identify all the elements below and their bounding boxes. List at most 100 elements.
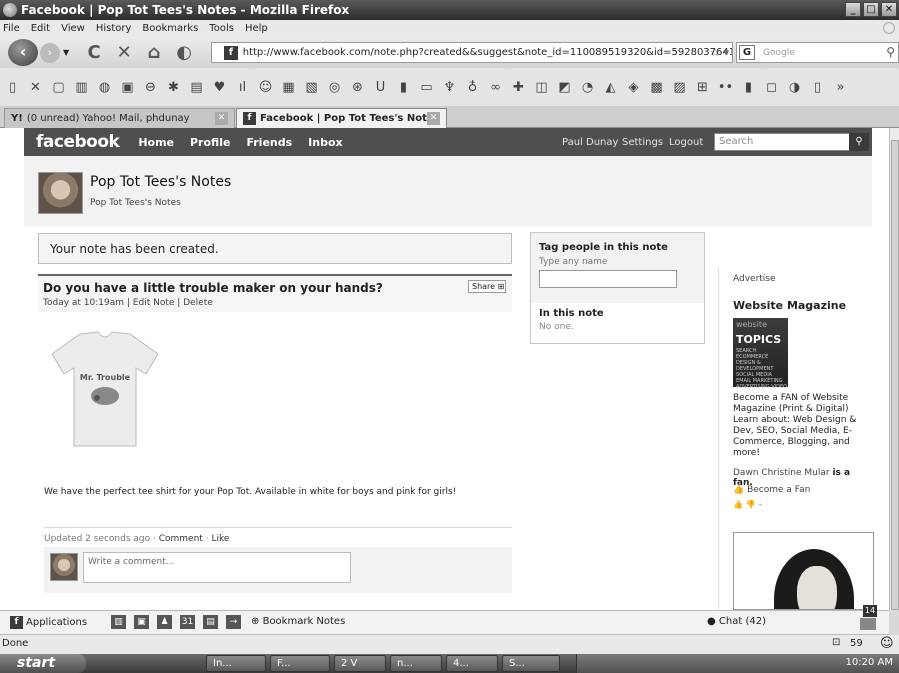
tshirt-image[interactable]: Mr. Trouble	[50, 328, 160, 450]
nav-profile[interactable]: Profile	[190, 136, 230, 149]
tab-facebook-notes[interactable]: f Facebook | Pop Tot Tees's Notes ✕	[236, 108, 447, 128]
menu-bookmarks[interactable]: Bookmarks	[142, 23, 198, 34]
nav-inbox[interactable]: Inbox	[308, 136, 342, 149]
bookmark-icon[interactable]: ▤	[188, 79, 205, 96]
edit-note-link[interactable]: Edit Note	[133, 298, 175, 308]
notifications-button[interactable]: 14	[858, 605, 878, 633]
google-icon[interactable]: G	[739, 45, 755, 60]
menu-help[interactable]: Help	[245, 23, 268, 34]
events-icon[interactable]: 31	[180, 615, 195, 629]
facebook-search-input[interactable]: Search ⚲	[714, 133, 869, 151]
taskbar-button[interactable]: S...	[502, 655, 560, 672]
menu-view[interactable]: View	[61, 23, 85, 34]
bookmark-icon[interactable]: ▯	[809, 79, 826, 96]
clock[interactable]: 10:20 AM	[846, 657, 893, 668]
delete-note-link[interactable]: Delete	[183, 298, 213, 308]
bookmark-icon[interactable]: ♥	[211, 79, 228, 96]
bookmark-icon[interactable]: ♆	[441, 79, 458, 96]
avatar[interactable]	[38, 172, 83, 214]
bookmark-icon[interactable]: ◑	[786, 79, 803, 96]
menu-tools[interactable]: Tools	[209, 23, 234, 34]
scrollbar-thumb[interactable]	[891, 140, 899, 610]
bookmark-icon[interactable]: ▩	[648, 79, 665, 96]
video-icon[interactable]: ▣	[134, 615, 149, 629]
bookmark-icon[interactable]: ∞	[487, 79, 504, 96]
bookmark-icon[interactable]: ✱	[165, 79, 182, 96]
home-icon[interactable]: ⌂	[139, 42, 169, 63]
bookmark-icon[interactable]: ▢	[50, 79, 67, 96]
bookmark-icon[interactable]: ▮	[740, 79, 757, 96]
close-button[interactable]: ✕	[881, 2, 897, 17]
url-text[interactable]: http://www.facebook.com/note.php?created…	[243, 47, 732, 58]
bookmark-icon[interactable]: ◻	[763, 79, 780, 96]
stop-icon[interactable]: ✕	[109, 42, 139, 63]
groups-icon[interactable]: ♟	[157, 615, 172, 629]
bookmark-icon[interactable]: »	[832, 79, 849, 96]
bookmark-icon[interactable]: ✕	[27, 79, 44, 96]
search-icon[interactable]: ⚲	[886, 45, 895, 59]
bookmark-icon[interactable]: ◩	[556, 79, 573, 96]
facebook-logo[interactable]: facebook	[36, 132, 120, 152]
bookmark-icon[interactable]: ▨	[671, 79, 688, 96]
bookmark-icon[interactable]: ☺	[257, 79, 274, 96]
applications-button[interactable]: f Applications	[10, 616, 87, 629]
bookmark-icon[interactable]: ▭	[418, 79, 435, 96]
bookmark-notes-button[interactable]: ⊕ Bookmark Notes	[251, 616, 345, 627]
like-link[interactable]: Like	[211, 534, 229, 544]
addon-icon[interactable]: ◐	[169, 42, 199, 63]
taskbar-button[interactable]: F...	[270, 655, 330, 672]
back-button[interactable]: ‹	[8, 39, 38, 66]
bookmark-icon[interactable]: ▮	[395, 79, 412, 96]
ad-feedback-icons[interactable]: 👍 👎 ⌁	[733, 500, 763, 509]
chat-button[interactable]: ● Chat (42)	[707, 616, 766, 627]
advertise-link[interactable]: Advertise	[733, 274, 776, 284]
taskbar-button[interactable]: 2 V	[334, 655, 386, 672]
user-name-link[interactable]: Paul Dunay	[562, 137, 618, 148]
photos-icon[interactable]: ▥	[111, 615, 126, 629]
maximize-button[interactable]: □	[863, 2, 879, 17]
bookmark-icon[interactable]: ◎	[326, 79, 343, 96]
taskbar-button[interactable]: In...	[206, 655, 266, 672]
bookmark-icon[interactable]: ▯	[4, 79, 21, 96]
reload-icon[interactable]: C	[79, 42, 109, 63]
bookmark-icon[interactable]: ✚	[510, 79, 527, 96]
note-title[interactable]: Do you have a little trouble maker on yo…	[43, 281, 383, 295]
bookmark-icon[interactable]: ♁	[464, 79, 481, 96]
close-tab-icon[interactable]: ✕	[215, 112, 228, 125]
nav-friends[interactable]: Friends	[246, 136, 292, 149]
bookmark-icon[interactable]: ••	[717, 79, 734, 96]
forward-button[interactable]: ›	[40, 42, 60, 63]
bookmark-icon[interactable]: ▥	[73, 79, 90, 96]
close-tab-icon[interactable]: ✕	[427, 112, 440, 125]
greasemonkey-icon[interactable]: ☺	[880, 636, 894, 651]
bookmark-icon[interactable]: ⊞	[694, 79, 711, 96]
bookmark-icon[interactable]: ◭	[602, 79, 619, 96]
comment-input[interactable]: Write a comment...	[83, 552, 351, 583]
bookmark-icon[interactable]: ⊛	[349, 79, 366, 96]
page-title[interactable]: Pop Tot Tees's Notes	[90, 174, 231, 190]
logout-link[interactable]: Logout	[669, 137, 703, 148]
fan-name-link[interactable]: Dawn Christine Mular	[733, 468, 830, 478]
settings-link[interactable]: Settings	[622, 137, 663, 148]
ad-title[interactable]: Website Magazine	[733, 299, 846, 312]
bookmark-star-icon[interactable]: ☆ ▾	[710, 46, 729, 59]
share-button[interactable]: Share ⊞	[468, 280, 506, 293]
menu-file[interactable]: File	[3, 23, 20, 34]
rss-icon[interactable]: ⊡	[832, 637, 840, 648]
taskbar-button[interactable]: 4...	[446, 655, 498, 672]
tag-name-input[interactable]	[539, 270, 677, 288]
search-icon[interactable]: ⚲	[849, 133, 869, 151]
web-search-box[interactable]: G Google ⚲	[736, 42, 899, 63]
bookmark-icon[interactable]: ▧	[303, 79, 320, 96]
page-subtitle-link[interactable]: Pop Tot Tees's Notes	[90, 198, 181, 208]
nav-home[interactable]: Home	[138, 136, 174, 149]
minimize-button[interactable]: _	[845, 2, 861, 17]
url-bar[interactable]: f http://www.facebook.com/note.php?creat…	[211, 42, 733, 63]
bookmark-icon[interactable]: ▣	[119, 79, 136, 96]
comment-link[interactable]: Comment	[159, 534, 203, 544]
menu-edit[interactable]: Edit	[31, 23, 50, 34]
history-dropdown-icon[interactable]: ▼	[63, 48, 69, 57]
start-button[interactable]: start	[0, 654, 86, 673]
menu-history[interactable]: History	[96, 23, 132, 34]
bookmark-icon[interactable]: U	[372, 79, 389, 96]
